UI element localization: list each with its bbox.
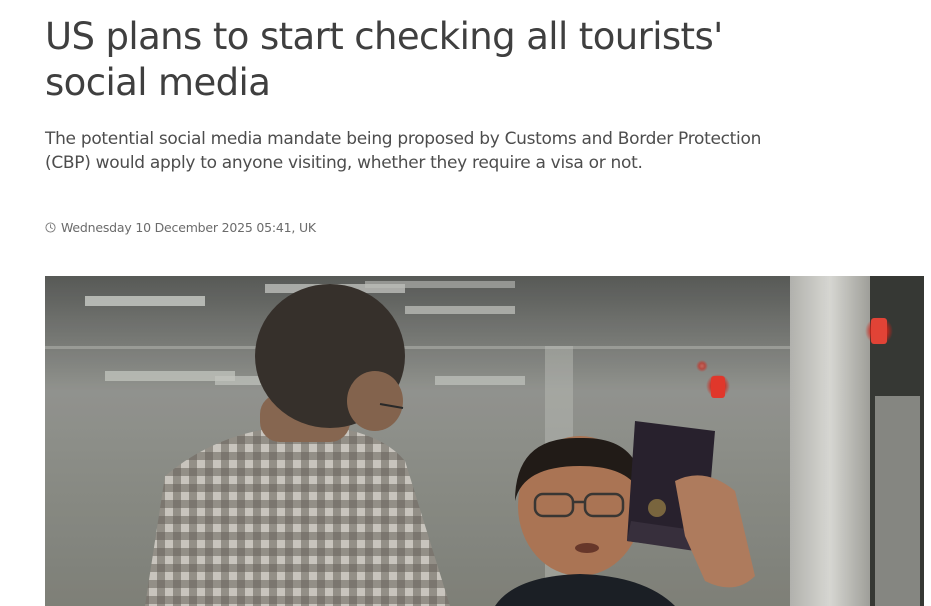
standfirst: The potential social media mandate being… <box>45 129 762 173</box>
article: US plans to start checking all tourists'… <box>45 0 925 606</box>
clock-icon <box>45 221 56 233</box>
dateline: Wednesday 10 December 2025 05:41, UK <box>45 218 316 236</box>
dateline-text: Wednesday 10 December 2025 05:41, UK <box>61 219 316 235</box>
headline: US plans to start checking all tourists'… <box>45 15 723 104</box>
hero-photo <box>45 276 924 606</box>
hero-image[interactable] <box>45 276 924 606</box>
